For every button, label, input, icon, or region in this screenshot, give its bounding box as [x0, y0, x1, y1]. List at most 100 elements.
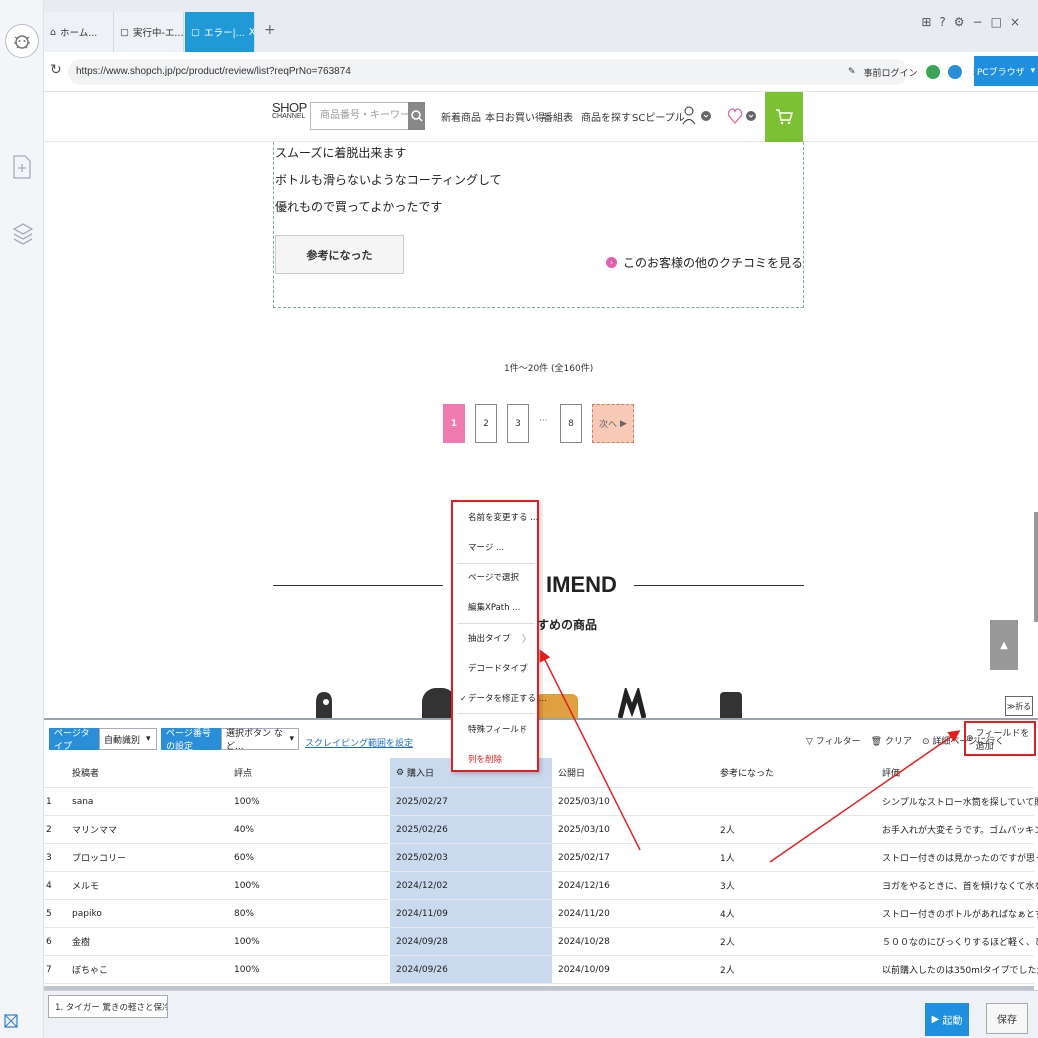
search-button[interactable]: [408, 102, 425, 130]
table-cell[interactable]: 2人: [714, 956, 876, 983]
table-cell[interactable]: ヨガをやるときに、首を傾けなくて水を飲めるのは...: [876, 872, 1038, 899]
menu-decode-type[interactable]: デコードタイプ 〉: [455, 653, 535, 683]
edit-icon[interactable]: ✎: [848, 67, 856, 77]
menu-merge[interactable]: マージ ...: [455, 532, 535, 562]
menu-delete-column[interactable]: 列を削除: [455, 744, 535, 774]
table-cell[interactable]: 2024/10/28: [552, 928, 714, 955]
tab-running[interactable]: ▢ 実行中-エ... X: [114, 12, 184, 52]
table-cell[interactable]: 2人: [714, 928, 876, 955]
page-1-button[interactable]: 1: [443, 404, 465, 443]
fold-button[interactable]: ≫ 折る: [1005, 696, 1033, 716]
table-cell[interactable]: お手入れが大変そうです。ゴムパッキンが小さすぎ...: [876, 816, 1038, 843]
page-type-select[interactable]: 自動識別 ▾: [99, 728, 157, 750]
table-cell[interactable]: 2人: [714, 816, 876, 843]
other-reviews-link[interactable]: › このお客様の他のクチコミを見る: [605, 254, 803, 271]
table-cell[interactable]: 金樹: [66, 928, 228, 955]
maximize-icon[interactable]: □: [991, 15, 1002, 29]
column-header[interactable]: 評価: [876, 758, 1038, 787]
pre-login-link[interactable]: 事前ログイン: [864, 66, 918, 79]
table-cell[interactable]: ストロー付きのボトルがあればなぁとずっと探して...: [876, 900, 1038, 927]
nav-deals[interactable]: 本日お買い得: [485, 109, 545, 124]
table-cell[interactable]: 2024/12/02: [390, 872, 552, 899]
column-header[interactable]: 投稿者: [66, 758, 228, 787]
table-cell[interactable]: 2024/10/09: [552, 956, 714, 983]
help-icon[interactable]: ?: [939, 15, 945, 29]
table-cell[interactable]: 100%: [228, 872, 390, 899]
table-cell[interactable]: 2025/02/27: [390, 788, 552, 815]
nav-new[interactable]: 新着商品: [441, 109, 481, 124]
table-cell[interactable]: ストロー付きのは見かったのですが思っていたのと...: [876, 844, 1038, 871]
column-header[interactable]: 公開日: [552, 758, 714, 787]
table-cell[interactable]: 100%: [228, 928, 390, 955]
column-header[interactable]: 参考になった: [714, 758, 876, 787]
status-blue-icon[interactable]: [947, 65, 962, 79]
minimize-icon[interactable]: −: [973, 15, 983, 29]
reload-icon[interactable]: ↻: [50, 62, 62, 78]
menu-special-field[interactable]: 特殊フィールド 〉: [455, 714, 535, 744]
table-cell[interactable]: 80%: [228, 900, 390, 927]
gear-icon[interactable]: ⚙: [954, 15, 965, 29]
status-green-icon[interactable]: [925, 65, 940, 79]
page-8-button[interactable]: 8: [560, 404, 582, 443]
new-task-icon[interactable]: [12, 155, 32, 179]
run-button[interactable]: ▶ 起動: [925, 1003, 969, 1036]
close-window-icon[interactable]: ×: [1010, 15, 1020, 29]
menu-select-on-page[interactable]: ページで選択: [455, 562, 535, 592]
add-field-button[interactable]: ⊕ フィールドを追加: [964, 721, 1036, 756]
table-cell[interactable]: ぼちゃこ: [66, 956, 228, 983]
menu-modify-data[interactable]: ✓ データを修正する ...: [455, 683, 547, 713]
url-input[interactable]: https://www.shopch.jp/pc/product/review/…: [68, 59, 908, 85]
table-cell[interactable]: 2024/09/26: [390, 956, 552, 983]
table-cell[interactable]: 2025/03/10: [552, 788, 714, 815]
table-cell[interactable]: 2025/03/10: [552, 816, 714, 843]
table-cell[interactable]: ５００なのにびっくりするほど軽く、ひと回り小さ...: [876, 928, 1038, 955]
table-cell[interactable]: ブロッコリー: [66, 844, 228, 871]
page-scrollbar[interactable]: [1034, 512, 1038, 622]
table-cell[interactable]: 2024/12/16: [552, 872, 714, 899]
layers-icon[interactable]: [12, 222, 34, 245]
table-cell[interactable]: 以前購入したのは350mlタイプでしたが今年の暑さ...: [876, 956, 1038, 983]
helpful-button[interactable]: 参考になった: [275, 235, 404, 274]
table-cell[interactable]: 2025/02/17: [552, 844, 714, 871]
table-cell[interactable]: マリンママ: [66, 816, 228, 843]
user-icon[interactable]: [682, 106, 712, 129]
app-logo-icon[interactable]: [5, 24, 39, 58]
add-tab-button[interactable]: +: [264, 22, 276, 38]
table-cell[interactable]: 40%: [228, 816, 390, 843]
product-thumbnail[interactable]: [720, 692, 742, 718]
table-cell[interactable]: [714, 788, 876, 815]
next-page-button[interactable]: 次へ ▶: [592, 404, 634, 443]
table-cell[interactable]: papiko: [66, 900, 228, 927]
table-cell[interactable]: 2025/02/26: [390, 816, 552, 843]
column-header[interactable]: 評点: [228, 758, 390, 787]
page-2-button[interactable]: 2: [475, 404, 497, 443]
site-logo[interactable]: SHOP CHANNEL: [272, 101, 307, 120]
menu-rename[interactable]: 名前を変更する ...: [455, 502, 538, 532]
page-number-select[interactable]: 選択ボタン など... ▾: [221, 728, 299, 752]
table-cell[interactable]: 100%: [228, 956, 390, 983]
table-cell[interactable]: 4人: [714, 900, 876, 927]
back-to-top-button[interactable]: ▲: [990, 620, 1018, 670]
table-cell[interactable]: 60%: [228, 844, 390, 871]
clear-button[interactable]: 🗑 クリア: [871, 734, 912, 747]
table-cell[interactable]: メルモ: [66, 872, 228, 899]
page-3-button[interactable]: 3: [507, 404, 529, 443]
tab-error[interactable]: ▢ エラー|... X: [185, 12, 255, 52]
browser-mode-button[interactable]: PCブラウザ ▾: [974, 56, 1038, 86]
collapse-icon[interactable]: [4, 1014, 18, 1028]
cart-button[interactable]: [765, 92, 803, 142]
nav-search-products[interactable]: 商品を探す: [581, 109, 631, 124]
table-cell[interactable]: 3人: [714, 872, 876, 899]
nav-people[interactable]: SCピープル: [632, 109, 685, 124]
table-cell[interactable]: 2024/11/09: [390, 900, 552, 927]
gear-icon[interactable]: ⚙: [396, 768, 407, 778]
product-thumbnail[interactable]: [310, 688, 338, 718]
favorite-icon[interactable]: [727, 106, 758, 129]
product-thumbnail[interactable]: [617, 685, 647, 718]
table-cell[interactable]: 2025/02/03: [390, 844, 552, 871]
tab-home[interactable]: ⌂ ホーム...: [44, 12, 114, 52]
table-cell[interactable]: 2024/11/20: [552, 900, 714, 927]
filter-button[interactable]: ▽ フィルター: [806, 734, 861, 747]
table-cell[interactable]: 2024/09/28: [390, 928, 552, 955]
scrape-range-link[interactable]: スクレイピング範囲を設定: [305, 736, 413, 749]
